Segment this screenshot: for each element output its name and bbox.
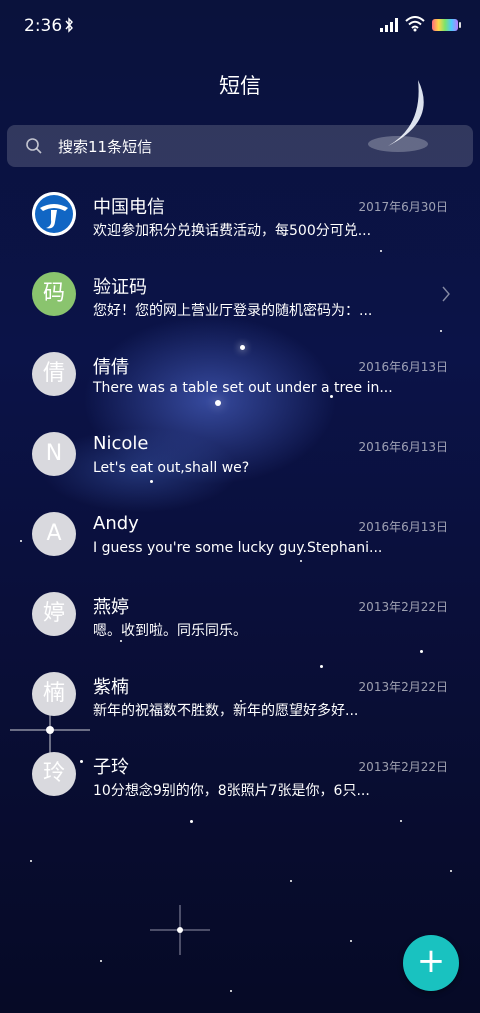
- chevron-right-icon: [442, 286, 450, 302]
- plus-icon: +: [416, 941, 446, 981]
- message-preview: I guess you're some lucky guy.Stephani..…: [93, 540, 383, 556]
- china-telecom-logo-avatar: [32, 192, 76, 236]
- status-time: 2:36: [24, 16, 63, 36]
- contact-name: 中国电信: [93, 197, 165, 218]
- contact-name: 验证码: [93, 277, 147, 298]
- sparkle-icon: [150, 905, 210, 955]
- signal-icon: [380, 18, 398, 32]
- avatar: 倩: [32, 352, 76, 396]
- message-date: 2016年6月13日: [358, 520, 448, 534]
- message-date: 2013年2月22日: [358, 680, 448, 694]
- message-preview: There was a table set out under a tree i…: [93, 380, 393, 396]
- conversation-item[interactable]: 玲 子玲 2013年2月22日 10分想念9别的你，8张照片7张是你，6只...: [0, 738, 480, 818]
- contact-name: 倩倩: [93, 357, 129, 378]
- message-preview: 嗯。收到啦。同乐同乐。: [93, 623, 247, 639]
- conversation-item[interactable]: 中国电信 2017年6月30日 欢迎参加积分兑换话费活动，每500分可兑...: [0, 178, 480, 258]
- status-bar: 2:36: [0, 0, 480, 52]
- contact-name: Nicole: [93, 433, 149, 454]
- contact-name: Andy: [93, 513, 139, 534]
- message-preview: 新年的祝福数不胜数，新年的愿望好多好...: [93, 703, 359, 719]
- avatar: N: [32, 432, 76, 476]
- avatar: 婷: [32, 592, 76, 636]
- battery-icon: [432, 19, 461, 31]
- telecom-logo-icon: [32, 192, 76, 236]
- conversation-item[interactable]: 楠 紫楠 2013年2月22日 新年的祝福数不胜数，新年的愿望好多好...: [0, 658, 480, 738]
- avatar: 玲: [32, 752, 76, 796]
- conversation-item[interactable]: 码 验证码 您好！您的网上营业厅登录的随机密码为：...: [0, 258, 480, 338]
- contact-name: 子玲: [93, 757, 129, 778]
- avatar: A: [32, 512, 76, 556]
- avatar: 码: [32, 272, 76, 316]
- conversation-list: 中国电信 2017年6月30日 欢迎参加积分兑换话费活动，每500分可兑... …: [0, 178, 480, 818]
- avatar: 楠: [32, 672, 76, 716]
- new-message-button[interactable]: +: [403, 935, 459, 991]
- search-input[interactable]: 搜索11条短信: [58, 136, 152, 157]
- message-date: 2017年6月30日: [358, 200, 448, 214]
- message-preview: 10分想念9别的你，8张照片7张是你，6只...: [93, 783, 370, 799]
- contact-name: 紫楠: [93, 677, 129, 698]
- message-date: 2016年6月13日: [358, 360, 448, 374]
- conversation-item[interactable]: A Andy 2016年6月13日 I guess you're some lu…: [0, 498, 480, 578]
- wifi-icon: [405, 16, 425, 32]
- conversation-item[interactable]: 倩 倩倩 2016年6月13日 There was a table set ou…: [0, 338, 480, 418]
- message-date: 2016年6月13日: [358, 440, 448, 454]
- message-preview: 您好！您的网上营业厅登录的随机密码为：...: [93, 303, 373, 319]
- search-icon: [26, 138, 42, 154]
- bluetooth-icon: [65, 17, 73, 33]
- conversation-item[interactable]: N Nicole 2016年6月13日 Let's eat out,shall …: [0, 418, 480, 498]
- message-preview: 欢迎参加积分兑换话费活动，每500分可兑...: [93, 223, 372, 239]
- message-preview: Let's eat out,shall we?: [93, 460, 250, 476]
- search-bar[interactable]: 搜索11条短信: [7, 125, 473, 167]
- contact-name: 燕婷: [93, 597, 129, 618]
- conversation-item[interactable]: 婷 燕婷 2013年2月22日 嗯。收到啦。同乐同乐。: [0, 578, 480, 658]
- message-date: 2013年2月22日: [358, 600, 448, 614]
- message-date: 2013年2月22日: [358, 760, 448, 774]
